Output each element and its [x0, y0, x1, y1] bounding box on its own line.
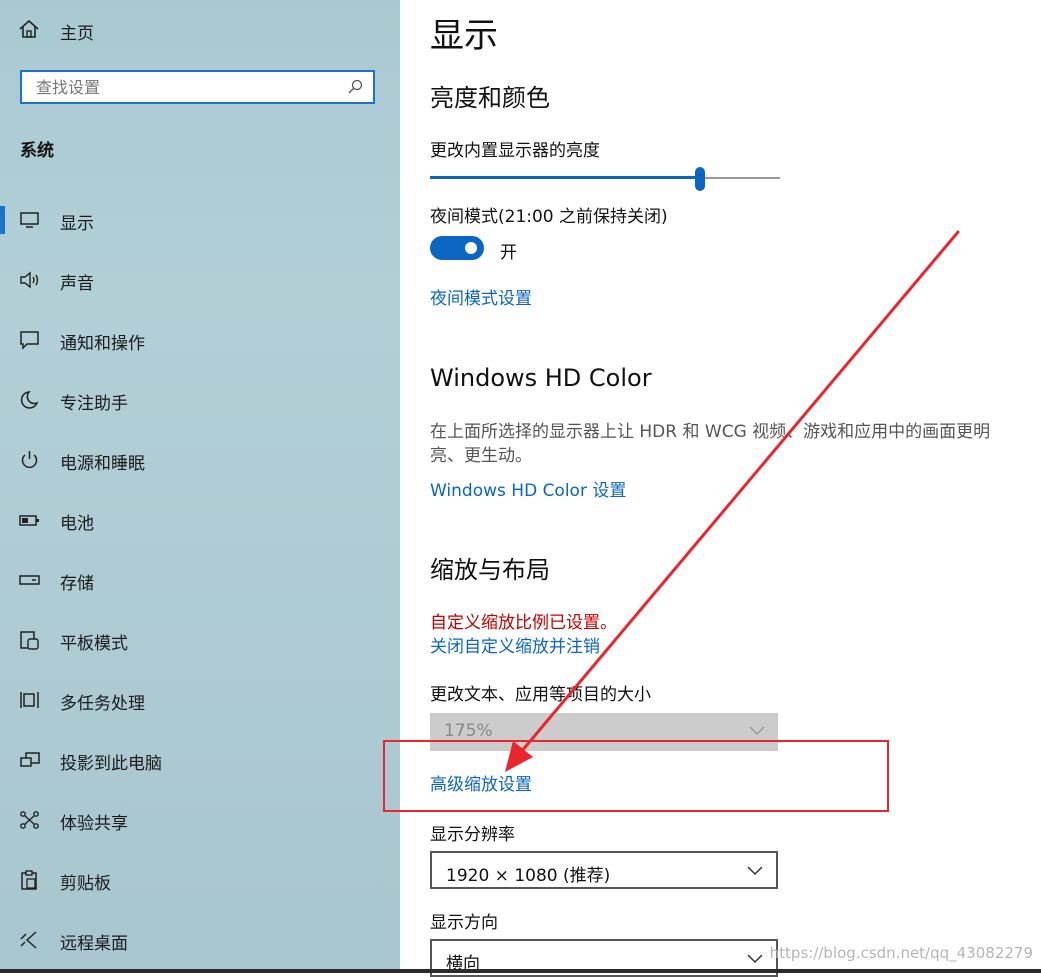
power-icon	[19, 450, 41, 470]
sidebar-item-label: 平板模式	[60, 634, 128, 654]
night-mode-label: 夜间模式(21:00 之前保持关闭)	[430, 207, 668, 227]
brightness-heading: 亮度和颜色	[430, 84, 550, 112]
scale-heading: 缩放与布局	[430, 556, 550, 584]
scale-label: 更改文本、应用等项目的大小	[430, 685, 651, 705]
search-icon[interactable]	[347, 79, 363, 99]
share-icon	[19, 810, 41, 830]
slider-fill	[430, 176, 700, 179]
remote-desktop-icon	[19, 930, 41, 950]
search-input[interactable]	[22, 72, 336, 102]
hd-color-description: 在上面所选择的显示器上让 HDR 和 WCG 视频、游戏和应用中的画面更明亮、更…	[430, 422, 991, 466]
sidebar-item-remote-desktop[interactable]: 远程桌面	[0, 920, 400, 960]
monitor-icon	[19, 210, 41, 230]
hd-color-heading: Windows HD Color	[430, 364, 652, 392]
sidebar-item-home[interactable]: 主页	[18, 18, 94, 44]
sidebar-item-power[interactable]: 电源和睡眠	[0, 440, 400, 480]
sidebar-item-display[interactable]: 显示	[0, 200, 400, 240]
brightness-slider[interactable]	[430, 167, 780, 191]
resolution-value: 1920 × 1080 (推荐)	[446, 866, 611, 886]
scale-value: 175%	[444, 721, 493, 741]
sidebar-item-label: 存储	[60, 574, 94, 594]
storage-icon	[19, 570, 41, 590]
scale-dropdown: 175%	[430, 713, 778, 751]
advanced-scaling-link[interactable]: 高级缩放设置	[430, 770, 532, 795]
resolution-label: 显示分辨率	[430, 825, 515, 845]
sidebar-item-tablet-mode[interactable]: 平板模式	[0, 620, 400, 660]
hd-color-settings-link[interactable]: Windows HD Color 设置	[430, 476, 626, 501]
sidebar-item-home-label: 主页	[60, 23, 94, 44]
sidebar-item-battery[interactable]: 电池	[0, 500, 400, 540]
sidebar-item-storage[interactable]: 存储	[0, 560, 400, 600]
sidebar-item-shared-experiences[interactable]: 体验共享	[0, 800, 400, 840]
orientation-label: 显示方向	[430, 913, 498, 933]
sidebar-item-label: 通知和操作	[60, 334, 145, 354]
moon-icon	[19, 390, 41, 410]
sidebar-item-multitasking[interactable]: 多任务处理	[0, 680, 400, 720]
night-mode-toggle[interactable]	[430, 236, 484, 260]
sidebar-item-notifications[interactable]: 通知和操作	[0, 320, 400, 360]
watermark: https://blog.csdn.net/qq_43082279	[769, 944, 1033, 962]
search-box[interactable]	[20, 70, 375, 104]
night-mode-state: 开	[500, 243, 517, 263]
sidebar-item-sound[interactable]: 声音	[0, 260, 400, 300]
sidebar-item-label: 专注助手	[60, 394, 128, 414]
toggle-knob	[465, 242, 477, 254]
chevron-down-icon	[746, 861, 764, 883]
sidebar-item-label: 投影到此电脑	[60, 754, 162, 774]
sidebar-item-label: 多任务处理	[60, 694, 145, 714]
sidebar-item-label: 电池	[60, 514, 94, 534]
multitasking-icon	[19, 690, 41, 710]
slider-thumb[interactable]	[694, 167, 705, 191]
sidebar-item-label: 远程桌面	[60, 934, 128, 954]
clipboard-icon	[19, 870, 41, 890]
resolution-dropdown[interactable]: 1920 × 1080 (推荐)	[430, 851, 778, 889]
battery-icon	[19, 510, 41, 530]
sidebar-item-label: 电源和睡眠	[60, 454, 145, 474]
speaker-icon	[19, 270, 41, 290]
sidebar-item-label: 声音	[60, 274, 94, 294]
notification-icon	[19, 330, 41, 350]
sidebar-item-label: 剪贴板	[60, 874, 111, 894]
main-content: 显示 亮度和颜色 更改内置显示器的亮度 夜间模式(21:00 之前保持关闭) 开…	[400, 0, 1041, 977]
project-icon	[19, 750, 41, 770]
sidebar-item-project[interactable]: 投影到此电脑	[0, 740, 400, 780]
section-title: 系统	[20, 141, 54, 161]
custom-scale-warning: 自定义缩放比例已设置。	[430, 613, 617, 633]
home-icon	[18, 18, 40, 44]
turn-off-custom-scaling-link[interactable]: 关闭自定义缩放并注销	[430, 632, 600, 657]
sidebar-item-focus-assist[interactable]: 专注助手	[0, 380, 400, 420]
chevron-down-icon	[746, 949, 764, 971]
page-title: 显示	[430, 16, 498, 56]
tablet-icon	[19, 630, 41, 650]
brightness-label: 更改内置显示器的亮度	[430, 141, 600, 161]
sidebar-item-label: 体验共享	[60, 814, 128, 834]
sidebar: 主页 系统 显示 声音 通知和操作 专注助手 电源和睡眠 电池 存储 平板模式	[0, 0, 400, 973]
night-mode-settings-link[interactable]: 夜间模式设置	[430, 284, 532, 309]
taskbar-edge	[0, 969, 1041, 973]
sidebar-item-label: 显示	[60, 214, 94, 234]
chevron-down-icon	[748, 721, 766, 743]
sidebar-item-clipboard[interactable]: 剪贴板	[0, 860, 400, 900]
